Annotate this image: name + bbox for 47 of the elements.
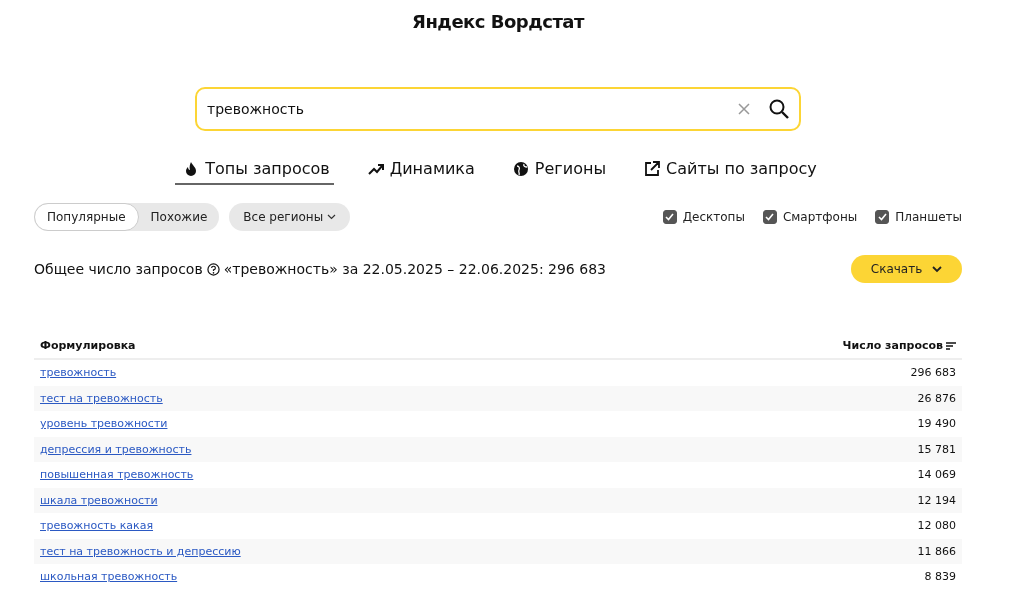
chevron-icon — [932, 265, 943, 273]
query-link[interactable]: тест на тревожность и депрессию — [40, 544, 241, 558]
mode-option[interactable]: Похожие — [138, 203, 220, 231]
download-button[interactable]: Скачать — [851, 255, 962, 283]
query-link[interactable]: депрессия и тревожность — [40, 442, 192, 456]
count-cell: 26 876 — [917, 391, 956, 405]
checkbox-label: Десктопы — [682, 210, 745, 224]
clear-icon[interactable] — [737, 102, 751, 116]
summary-label: Общее число запросов — [34, 261, 203, 277]
checkbox[interactable] — [875, 210, 890, 224]
count-cell: 296 683 — [910, 366, 956, 380]
query-link[interactable]: тревожность какая — [40, 519, 154, 533]
summary-text: «тревожность» за 22.05.2025 – 22.06.2025: 296 683 — [223, 261, 606, 277]
query-link[interactable]: тест на тревожность — [40, 391, 163, 405]
count-cell: 15 781 — [917, 442, 956, 456]
query-link[interactable]: уровень тревожности — [40, 417, 168, 431]
checkbox[interactable] — [662, 210, 677, 224]
count-cell: 8 839 — [924, 570, 956, 584]
tab[interactable]: Регионы — [504, 155, 610, 185]
column-header: Формулировка — [40, 339, 136, 352]
chevron-icon — [327, 214, 337, 220]
query-link[interactable]: тревожность — [40, 366, 117, 380]
query-link[interactable]: повышенная тревожность — [40, 468, 194, 482]
tab[interactable]: Сайты по запросу — [636, 155, 821, 185]
count-cell: 12 194 — [917, 493, 956, 507]
tab[interactable]: Топы запросов — [175, 155, 334, 185]
tab[interactable]: Динамика — [359, 155, 479, 185]
query-link[interactable]: шкала тревожности — [40, 493, 158, 507]
region-dropdown[interactable]: Все регионы — [229, 203, 351, 231]
search-icon[interactable] — [769, 99, 789, 119]
count-cell: 12 080 — [917, 519, 956, 533]
count-cell: 11 866 — [917, 544, 956, 558]
mode-option[interactable]: Популярные — [34, 203, 139, 231]
count-cell: 19 490 — [917, 417, 956, 431]
search-field[interactable]: тревожность — [195, 87, 801, 131]
checkbox-label: Планшеты — [895, 210, 962, 224]
globe-icon — [512, 160, 529, 177]
column-header[interactable]: Число запросов — [842, 339, 943, 352]
mode-switch[interactable]: Популярные Похожие — [34, 203, 220, 231]
query-link[interactable]: школьная тревожность — [40, 570, 178, 584]
help-icon[interactable] — [206, 262, 220, 276]
external-link-icon — [644, 160, 660, 177]
count-cell: 14 069 — [917, 468, 956, 482]
checkbox-label: Смартфоны — [782, 210, 858, 224]
sort-icon[interactable] — [946, 341, 956, 350]
page-title: Яндекс Вордстат — [412, 11, 584, 32]
checkbox[interactable] — [762, 210, 777, 224]
